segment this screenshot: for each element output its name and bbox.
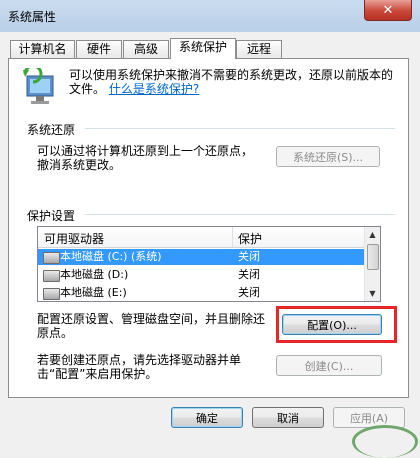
drive-status: 关闭 (238, 286, 260, 299)
tab-hardware[interactable]: 硬件 (76, 40, 122, 58)
drive-name: 本地磁盘 (E:) (60, 286, 127, 299)
close-button[interactable]: ✕ (364, 0, 412, 21)
scroll-down-icon[interactable]: ▼ (365, 286, 380, 301)
drive-status: 关闭 (238, 268, 260, 281)
tab-advanced[interactable]: 高级 (123, 40, 169, 58)
list-scrollbar[interactable]: ▲ ▼ (364, 227, 380, 301)
tab-system-protection[interactable]: 系统保护 (170, 38, 236, 59)
protection-group-divider (85, 214, 395, 215)
drive-row[interactable]: 本地磁盘 (C:) (系统) 关闭 (38, 249, 364, 265)
system-protection-icon (23, 68, 54, 104)
header-drive[interactable]: 可用驱动器 (44, 230, 104, 247)
header-separator (232, 227, 233, 247)
protection-group-label: 保护设置 (27, 207, 80, 224)
hard-drive-icon (43, 252, 60, 264)
drive-name: 本地磁盘 (C:) (系统) (60, 250, 162, 263)
tab-computer-name[interactable]: 计算机名 (10, 40, 75, 58)
tab-strip: 计算机名 硬件 高级 系统保护 远程 (8, 38, 408, 59)
drive-row[interactable]: 本地磁盘 (D:) 关闭 (38, 267, 364, 283)
configure-description: 配置还原设置、管理磁盘空间，并且删除还原点。 (37, 312, 266, 340)
title-bar: 系统属性 ✕ (0, 0, 420, 32)
drives-list[interactable]: 可用驱动器 保护 本地磁盘 (C:) (系统) 关闭 本地磁盘 (D:) 关闭 … (37, 226, 381, 302)
restore-group-divider (85, 128, 395, 129)
hard-drive-icon (43, 288, 60, 300)
restore-description: 可以通过将计算机还原到上一个还原点，撤消系统更改。 (37, 144, 254, 172)
hard-drive-icon (43, 270, 60, 282)
drive-name: 本地磁盘 (D:) (60, 268, 129, 281)
cancel-button[interactable]: 取消 (252, 407, 324, 428)
tab-remote[interactable]: 远程 (236, 40, 282, 58)
header-protection[interactable]: 保护 (238, 230, 262, 247)
window-title: 系统属性 (8, 10, 57, 24)
drive-row[interactable]: 本地磁盘 (E:) 关闭 (38, 285, 364, 301)
system-restore-button[interactable]: 系统还原(S)... (276, 146, 380, 167)
info-text: 可以使用系统保护来撤消不需要的系统更改，还原以前版本的文件。 什么是系统保护? (69, 68, 394, 96)
scroll-thumb[interactable] (367, 244, 379, 270)
create-description: 若要创建还原点，请先选择驱动器并单击“配置”来启用保护。 (37, 353, 242, 381)
restore-group-label: 系统还原 (27, 121, 80, 138)
list-header: 可用驱动器 保护 (38, 227, 364, 248)
annotation-highlight-box (276, 306, 397, 343)
what-is-system-protection-link[interactable]: 什么是系统保护? (109, 82, 199, 96)
scroll-up-icon[interactable]: ▲ (365, 227, 380, 242)
close-icon: ✕ (382, 2, 394, 18)
create-button[interactable]: 创建(C)... (276, 355, 382, 376)
ok-button[interactable]: 确定 (171, 407, 243, 428)
drive-status: 关闭 (238, 250, 260, 263)
